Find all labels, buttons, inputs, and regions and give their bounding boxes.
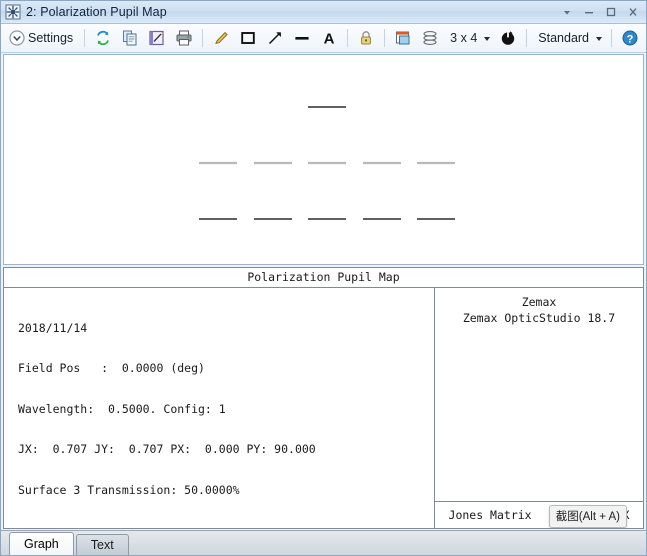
chevron-down-icon bbox=[596, 37, 603, 41]
info-panel-body: 2018/11/14 Field Pos : 0.0000 (deg) Wave… bbox=[4, 287, 643, 528]
file-name-row: Jones Matrix MX 截图(Alt + A) bbox=[435, 502, 643, 528]
help-icon: ? bbox=[621, 29, 639, 47]
print-icon bbox=[175, 29, 193, 47]
polarization-pupil-map-plot[interactable]: Input: bbox=[3, 54, 644, 265]
refresh-icon bbox=[94, 29, 112, 47]
save-button[interactable] bbox=[144, 25, 170, 51]
window-clone-icon bbox=[394, 29, 412, 47]
line-annotation-icon bbox=[293, 29, 311, 47]
save-icon bbox=[148, 29, 166, 47]
minimize-button[interactable] bbox=[578, 2, 600, 22]
product-version: Zemax OpticStudio 18.7 bbox=[462, 310, 616, 325]
tab-text[interactable]: Text bbox=[75, 534, 129, 555]
rectangle-annotation-icon bbox=[239, 29, 257, 47]
svg-text:A: A bbox=[324, 31, 335, 48]
copy-icon bbox=[121, 29, 139, 47]
toolbar-separator bbox=[202, 29, 204, 47]
power-refresh-icon bbox=[499, 29, 517, 47]
info-field-pos: Field Pos : 0.0000 (deg) bbox=[18, 361, 205, 375]
rectangle-annotation-button[interactable] bbox=[235, 25, 261, 51]
toolbar: Settings A 3 x 4 Standard ? bbox=[1, 24, 646, 53]
window-title: 2: Polarization Pupil Map bbox=[26, 5, 167, 19]
power-refresh-button[interactable] bbox=[495, 25, 521, 51]
pupil-map-canvas bbox=[199, 106, 455, 220]
pencil-annotation-button[interactable] bbox=[208, 25, 234, 51]
brand-name: Zemax bbox=[521, 294, 557, 309]
info-panel-brand: Zemax Zemax OpticStudio 18.7 Jones Matri… bbox=[435, 288, 643, 528]
info-panel: Polarization Pupil Map 2018/11/14 Field … bbox=[3, 266, 644, 529]
info-transmission: Surface 3 Transmission: 50.0000% bbox=[18, 482, 240, 497]
pencil-annotation-icon bbox=[212, 29, 230, 47]
settings-label: Settings bbox=[28, 31, 74, 45]
layers-icon bbox=[421, 29, 439, 47]
toolbar-separator bbox=[84, 29, 86, 47]
print-button[interactable] bbox=[171, 25, 197, 51]
style-dropdown[interactable]: Standard bbox=[532, 25, 606, 51]
window-clone-button[interactable] bbox=[390, 25, 416, 51]
grid-size-dropdown[interactable]: 3 x 4 bbox=[444, 25, 494, 51]
refresh-button[interactable] bbox=[90, 25, 116, 51]
info-jones-values: JX: 0.707 JY: 0.707 PX: 0.000 PY: 90.000 bbox=[18, 442, 316, 456]
chevron-down-icon bbox=[484, 37, 491, 41]
zemax-analysis-icon bbox=[5, 4, 21, 20]
info-wavelength: Wavelength: 0.5000. Config: 1 bbox=[18, 401, 226, 416]
lock-button[interactable] bbox=[353, 25, 379, 51]
help-button[interactable]: ? bbox=[617, 25, 643, 51]
layers-button[interactable] bbox=[417, 25, 443, 51]
tab-bar: Graph Text bbox=[1, 530, 646, 555]
arrow-annotation-button[interactable] bbox=[262, 25, 288, 51]
text-annotation-icon: A bbox=[320, 29, 338, 48]
svg-text:?: ? bbox=[627, 34, 634, 46]
analysis-window: 2: Polarization Pupil Map Settings A 3 x… bbox=[0, 0, 647, 556]
lock-icon bbox=[357, 29, 375, 47]
style-label: Standard bbox=[538, 31, 590, 45]
tab-graph[interactable]: Graph bbox=[9, 532, 74, 555]
close-button[interactable] bbox=[622, 2, 644, 22]
settings-dropdown-icon bbox=[8, 29, 26, 47]
copy-button[interactable] bbox=[117, 25, 143, 51]
file-name-label: Jones Matrix bbox=[448, 508, 532, 522]
toolbar-separator bbox=[384, 29, 386, 47]
title-bar: 2: Polarization Pupil Map bbox=[1, 1, 646, 24]
window-controls bbox=[556, 2, 644, 22]
toolbar-separator bbox=[526, 29, 528, 47]
toolbar-separator bbox=[347, 29, 349, 47]
line-annotation-button[interactable] bbox=[289, 25, 315, 51]
toolbar-separator bbox=[611, 29, 613, 47]
maximize-button[interactable] bbox=[600, 2, 622, 22]
text-annotation-button[interactable]: A bbox=[316, 25, 342, 51]
brand-block: Zemax Zemax OpticStudio 18.7 bbox=[435, 288, 643, 502]
settings-button[interactable]: Settings bbox=[4, 25, 79, 51]
info-panel-details: 2018/11/14 Field Pos : 0.0000 (deg) Wave… bbox=[4, 287, 435, 528]
info-date: 2018/11/14 bbox=[18, 320, 88, 335]
window-menu-button[interactable] bbox=[556, 2, 578, 22]
screenshot-tooltip[interactable]: 截图(Alt + A) bbox=[548, 505, 627, 528]
grid-size-label: 3 x 4 bbox=[450, 31, 478, 45]
arrow-annotation-icon bbox=[266, 29, 284, 47]
info-panel-title: Polarization Pupil Map bbox=[4, 268, 643, 288]
